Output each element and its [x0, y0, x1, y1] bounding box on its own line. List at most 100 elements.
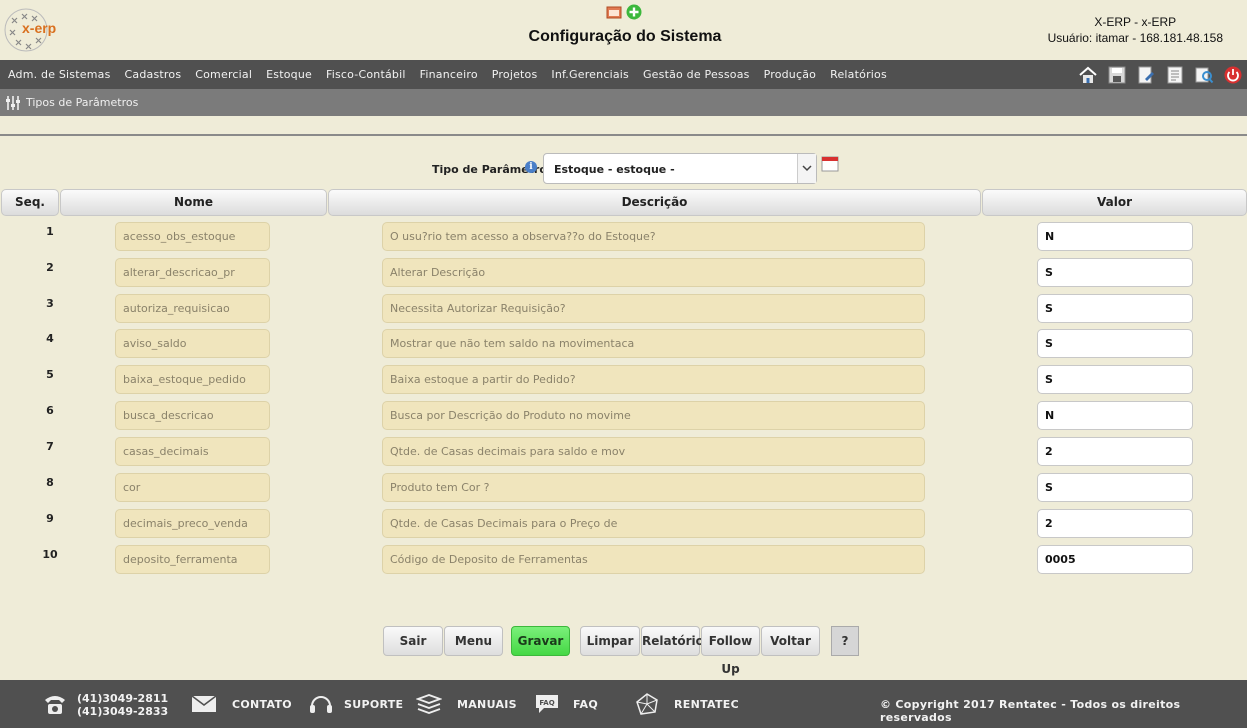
nome-field: deposito_ferramenta: [115, 545, 270, 574]
valor-input[interactable]: S: [1037, 365, 1193, 394]
calendar-icon[interactable]: [821, 155, 839, 172]
menu-relatorios[interactable]: Relatórios: [830, 68, 887, 81]
nome-field: cor: [115, 473, 270, 502]
search-icon[interactable]: [1194, 65, 1214, 85]
save-icon[interactable]: [1107, 65, 1127, 85]
menu-projetos[interactable]: Projetos: [492, 68, 538, 81]
info-icon[interactable]: i: [525, 161, 537, 173]
system-name: X-ERP - x-ERP: [1094, 15, 1177, 29]
limpar-button[interactable]: Limpar: [580, 626, 640, 656]
row-seq: 4: [46, 332, 54, 345]
menu-producao[interactable]: Produção: [764, 68, 817, 81]
row-seq: 9: [46, 512, 54, 525]
suporte-link[interactable]: SUPORTE: [344, 698, 403, 711]
valor-input[interactable]: S: [1037, 294, 1193, 323]
nome-field: aviso_saldo: [115, 329, 270, 358]
edit-icon[interactable]: [1136, 65, 1156, 85]
power-icon[interactable]: [1223, 65, 1243, 85]
header-valor[interactable]: Valor: [982, 189, 1247, 216]
descricao-field: Baixa estoque a partir do Pedido?: [382, 365, 925, 394]
table-row: 5 baixa_estoque_pedido Baixa estoque a p…: [0, 361, 1247, 397]
dropdown-arrow[interactable]: [797, 154, 816, 183]
phone-2: (41)3049-2833: [77, 705, 169, 718]
rentatec-link[interactable]: RENTATEC: [674, 698, 739, 711]
table-row: 10 deposito_ferramenta Código de Deposit…: [0, 541, 1247, 577]
header: x-erp Configuração do Sistema X-ERP - x-…: [0, 0, 1247, 60]
menu-estoque[interactable]: Estoque: [266, 68, 312, 81]
help-button[interactable]: ?: [831, 626, 859, 656]
nome-field: decimais_preco_venda: [115, 509, 270, 538]
follow-up-button[interactable]: Follow Up: [701, 626, 760, 676]
nome-field: autoriza_requisicao: [115, 294, 270, 323]
contato-link[interactable]: CONTATO: [232, 698, 292, 711]
descricao-field: Mostrar que não tem saldo na movimentaca: [382, 329, 925, 358]
phone-numbers: (41)3049-2811 (41)3049-2833: [77, 692, 168, 718]
document-icon[interactable]: [1165, 65, 1185, 85]
row-seq: 2: [46, 261, 54, 274]
manuais-link[interactable]: MANUAIS: [457, 698, 517, 711]
table-row: 6 busca_descricao Busca por Descrição do…: [0, 397, 1247, 433]
faq-link[interactable]: FAQ: [573, 698, 598, 711]
valor-input[interactable]: S: [1037, 258, 1193, 287]
valor-input[interactable]: 2: [1037, 437, 1193, 466]
books-icon[interactable]: [416, 692, 442, 716]
descricao-field: Produto tem Cor ?: [382, 473, 925, 502]
relatorio-button[interactable]: Relatório: [641, 626, 704, 656]
rentatec-icon[interactable]: [634, 692, 660, 716]
row-seq: 1: [46, 225, 54, 238]
descricao-field: O usu?rio tem acesso a observa??o do Est…: [382, 222, 925, 251]
descricao-field: Código de Deposito de Ferramentas: [382, 545, 925, 574]
menu-cadastros[interactable]: Cadastros: [125, 68, 182, 81]
valor-input[interactable]: 0005: [1037, 545, 1193, 574]
row-seq: 5: [46, 368, 54, 381]
header-nome[interactable]: Nome: [60, 189, 327, 216]
valor-input[interactable]: S: [1037, 473, 1193, 502]
faq-icon[interactable]: FAQ: [534, 692, 560, 716]
valor-input[interactable]: 2: [1037, 509, 1193, 538]
row-seq: 10: [42, 548, 58, 561]
nome-field: busca_descricao: [115, 401, 270, 430]
row-seq: 3: [46, 297, 54, 310]
select-value: Estoque - estoque -: [554, 163, 675, 176]
menu-adm-sistemas[interactable]: Adm. de Sistemas: [8, 68, 111, 81]
table-row: 8 cor Produto tem Cor ? S: [0, 469, 1247, 505]
descricao-field: Qtde. de Casas Decimais para o Preço de: [382, 509, 925, 538]
add-icon[interactable]: [626, 4, 642, 20]
footer: (41)3049-2811 (41)3049-2833 CONTATO SUPO…: [0, 680, 1247, 728]
headset-icon[interactable]: [308, 692, 334, 716]
system-info: X-ERP - x-ERP Usuário: itamar - 168.181.…: [1048, 14, 1223, 46]
voltar-button[interactable]: Voltar: [761, 626, 820, 656]
valor-input[interactable]: N: [1037, 222, 1193, 251]
header-seq[interactable]: Seq.: [1, 189, 59, 216]
menu-financeiro[interactable]: Financeiro: [420, 68, 478, 81]
menu-fisco-contabil[interactable]: Fisco-Contábil: [326, 68, 406, 81]
table-row: 7 casas_decimais Qtde. de Casas decimais…: [0, 433, 1247, 469]
sliders-icon: [6, 96, 20, 110]
valor-input[interactable]: N: [1037, 401, 1193, 430]
table-row: 1 acesso_obs_estoque O usu?rio tem acess…: [0, 218, 1247, 254]
nome-field: acesso_obs_estoque: [115, 222, 270, 251]
menu-inf-gerenciais[interactable]: Inf.Gerenciais: [551, 68, 629, 81]
phone-1: (41)3049-2811: [77, 692, 169, 705]
home-icon[interactable]: [1078, 65, 1098, 85]
descricao-field: Busca por Descrição do Produto no movime: [382, 401, 925, 430]
gravar-button[interactable]: Gravar: [511, 626, 570, 656]
menu-button[interactable]: Menu: [444, 626, 503, 656]
nome-field: baixa_estoque_pedido: [115, 365, 270, 394]
menu-gestao-pessoas[interactable]: Gestão de Pessoas: [643, 68, 750, 81]
report-icon[interactable]: [606, 4, 622, 20]
row-seq: 6: [46, 404, 54, 417]
valor-input[interactable]: S: [1037, 329, 1193, 358]
chevron-down-icon: [802, 165, 812, 172]
menu-comercial[interactable]: Comercial: [195, 68, 252, 81]
svg-text:FAQ: FAQ: [539, 699, 554, 707]
tipo-parametro-select[interactable]: Estoque - estoque -: [543, 153, 817, 184]
sair-button[interactable]: Sair: [383, 626, 443, 656]
mail-icon[interactable]: [191, 692, 217, 716]
user-info: Usuário: itamar - 168.181.48.158: [1047, 31, 1223, 45]
main-menu-bar: Adm. de Sistemas Cadastros Comercial Est…: [0, 60, 1247, 89]
descricao-field: Alterar Descrição: [382, 258, 925, 287]
nome-field: alterar_descricao_pr: [115, 258, 270, 287]
nome-field: casas_decimais: [115, 437, 270, 466]
header-descricao[interactable]: Descrição: [328, 189, 981, 216]
